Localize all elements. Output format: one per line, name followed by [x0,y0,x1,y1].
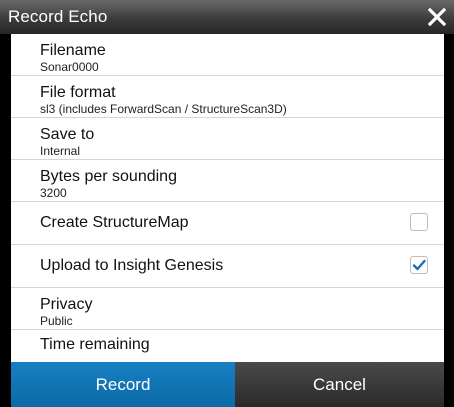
privacy-label: Privacy [40,296,93,313]
save-to-value: Internal [40,144,81,158]
checkmark-icon [412,259,426,271]
file-format-value: sl3 (includes ForwardScan / StructureSca… [40,102,287,116]
dialog-title: Record Echo [8,7,108,26]
time-remaining-label: Time remaining [40,336,150,353]
save-to-setting[interactable]: Save to Internal [11,118,444,160]
file-format-setting[interactable]: File format sl3 (includes ForwardScan / … [11,76,444,118]
title-bar: Record Echo [0,0,454,34]
upload-insight-genesis-setting[interactable]: Upload to Insight Genesis [11,245,444,288]
settings-list: Filename Sonar0000 File format sl3 (incl… [11,34,444,362]
create-structuremap-setting[interactable]: Create StructureMap [11,202,444,245]
filename-setting[interactable]: Filename Sonar0000 [11,34,444,76]
record-echo-dialog: Record Echo Filename Sonar0000 File form… [0,0,454,407]
save-to-label: Save to [40,126,95,143]
dialog-footer: Record Cancel [11,362,444,407]
record-button[interactable]: Record [11,362,235,407]
upload-insight-genesis-label: Upload to Insight Genesis [40,257,224,274]
cancel-button[interactable]: Cancel [235,362,444,407]
privacy-value: Public [40,314,73,328]
filename-label: Filename [40,42,106,59]
upload-insight-genesis-checkbox[interactable] [410,256,428,274]
close-icon[interactable] [426,6,448,28]
privacy-setting[interactable]: Privacy Public [11,288,444,330]
create-structuremap-label: Create StructureMap [40,214,189,231]
filename-value: Sonar0000 [40,60,99,74]
bytes-per-sounding-label: Bytes per sounding [40,168,177,185]
time-remaining-setting: Time remaining [11,330,444,353]
bytes-per-sounding-value: 3200 [40,186,67,200]
file-format-label: File format [40,84,116,101]
create-structuremap-checkbox[interactable] [410,213,428,231]
bytes-per-sounding-setting[interactable]: Bytes per sounding 3200 [11,160,444,202]
